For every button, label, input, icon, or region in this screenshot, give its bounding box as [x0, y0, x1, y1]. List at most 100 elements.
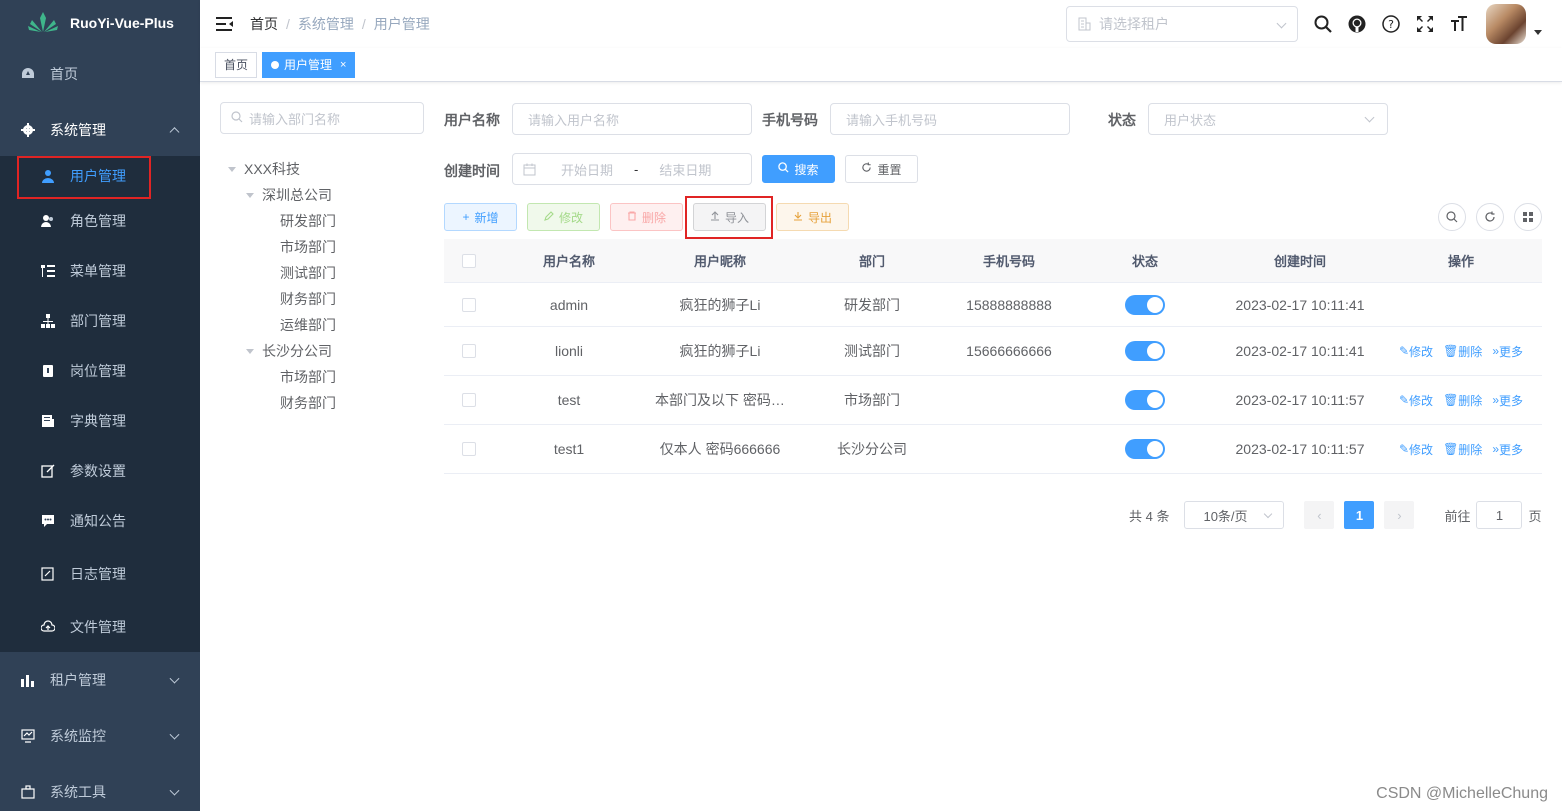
logo[interactable]: RuoYi-Vue-Plus	[0, 0, 200, 46]
status-select[interactable]: 用户状态	[1148, 103, 1388, 135]
dict-icon	[40, 413, 56, 429]
hamburger-button[interactable]	[200, 0, 250, 48]
search-button[interactable]: 搜索	[762, 155, 835, 183]
page-number-button[interactable]: 1	[1344, 501, 1375, 529]
tag-user-management[interactable]: 用户管理 ×	[262, 51, 356, 78]
sidebar-item-log-management[interactable]: 日志管理	[0, 546, 200, 602]
tag-home[interactable]: 首页	[215, 51, 258, 78]
breadcrumb: 首页 / 系统管理 / 用户管理	[250, 14, 430, 34]
tree-node[interactable]: 研发部门	[228, 208, 336, 234]
tree-node[interactable]: 深圳总公司	[228, 182, 336, 208]
status-switch[interactable]	[1125, 439, 1165, 459]
create-time-label: 创建时间	[444, 163, 500, 179]
sidebar-item-label: 部门管理	[70, 313, 126, 329]
sidebar-item-file-management[interactable]: 文件管理	[0, 602, 200, 652]
add-button[interactable]: + 新增	[444, 203, 517, 231]
caret-down-icon[interactable]	[228, 166, 236, 172]
row-edit-link[interactable]: ✎ 修改	[1399, 343, 1433, 360]
row-more-link[interactable]: » 更多	[1492, 343, 1523, 360]
edit-button[interactable]: 修改	[527, 203, 600, 231]
caret-down-icon[interactable]	[246, 348, 254, 354]
row-delete-link[interactable]: 🗑︎ 删除	[1443, 343, 1482, 360]
export-button[interactable]: 导出	[776, 203, 849, 231]
search-button[interactable]	[1306, 0, 1340, 48]
help-button[interactable]: ?	[1374, 0, 1408, 48]
github-button[interactable]	[1340, 0, 1374, 48]
refresh-button[interactable]	[1476, 203, 1504, 231]
phone-input[interactable]: 请输入手机号码	[830, 103, 1070, 135]
size-select-button[interactable]	[1442, 0, 1476, 48]
start-date-placeholder: 开始日期	[560, 162, 613, 178]
navbar: 首页 / 系统管理 / 用户管理 请选择租户 ?	[200, 0, 1562, 48]
tree-node[interactable]: 运维部门	[228, 312, 336, 338]
row-delete-link[interactable]: 🗑︎ 删除	[1443, 392, 1482, 409]
tree-node[interactable]: 财务部门	[228, 390, 336, 416]
status-switch[interactable]	[1125, 390, 1165, 410]
tree-node[interactable]: 长沙分公司	[228, 338, 336, 364]
close-icon[interactable]: ×	[340, 59, 346, 71]
dept-search-input[interactable]: 请输入部门名称	[220, 102, 424, 134]
message-icon	[40, 513, 56, 529]
sidebar-item-role-management[interactable]: 角色管理	[0, 196, 200, 246]
caret-down-icon[interactable]	[1534, 29, 1542, 35]
row-more-link[interactable]: » 更多	[1492, 392, 1523, 409]
select-all-checkbox[interactable]	[462, 253, 476, 268]
logo-icon	[28, 12, 58, 34]
status-switch[interactable]	[1125, 294, 1165, 315]
sidebar-item-label: 系统管理	[50, 122, 106, 138]
status-switch[interactable]	[1125, 341, 1165, 361]
column-header: 用户名称	[542, 254, 595, 269]
system-submenu: 用户管理 角色管理 菜单管理 部门管理 岗位管理 字典管理 参数设置 通知公告	[0, 156, 200, 652]
row-checkbox[interactable]	[462, 344, 476, 358]
sidebar-item-post-management[interactable]: 岗位管理	[0, 346, 200, 396]
next-page-button[interactable]: ›	[1384, 501, 1415, 529]
sidebar-item-dept-management[interactable]: 部门管理	[0, 296, 200, 346]
row-more-label: 更多	[1499, 393, 1524, 408]
tree-node[interactable]: 市场部门	[228, 364, 336, 390]
tree-node[interactable]: 财务部门	[228, 286, 336, 312]
row-edit-label: 修改	[1409, 393, 1434, 408]
caret-down-icon[interactable]	[246, 192, 254, 198]
row-more-link[interactable]: » 更多	[1492, 441, 1523, 458]
prev-page-button[interactable]: ‹	[1304, 501, 1335, 529]
sidebar-item-tenant[interactable]: 租户管理	[0, 652, 200, 708]
tree-node[interactable]: 测试部门	[228, 260, 336, 286]
tenant-select[interactable]: 请选择租户	[1066, 6, 1298, 42]
tree-node[interactable]: XXX科技	[228, 156, 336, 182]
avatar[interactable]	[1486, 4, 1526, 44]
sidebar-item-user-management[interactable]: 用户管理	[0, 156, 200, 199]
row-checkbox-cell	[444, 297, 494, 312]
goto-page-input[interactable]: 1	[1476, 501, 1523, 529]
cell-username: test1	[553, 441, 585, 457]
sidebar-item-config[interactable]: 参数设置	[0, 446, 200, 496]
toggle-search-button[interactable]	[1438, 203, 1466, 231]
breadcrumb-item[interactable]: 首页	[250, 14, 278, 34]
sidebar-item-tool[interactable]: 系统工具	[0, 764, 200, 811]
cell-status	[1070, 439, 1220, 459]
row-checkbox[interactable]	[462, 393, 476, 407]
delete-button[interactable]: 删除	[610, 203, 683, 231]
row-edit-link[interactable]: ✎ 修改	[1399, 392, 1433, 409]
sidebar-item-home[interactable]: 首页	[0, 46, 200, 102]
tree-node-label: 市场部门	[280, 239, 336, 255]
sidebar-item-monitor[interactable]: 系统监控	[0, 708, 200, 764]
username-input[interactable]: 请输入用户名称	[512, 103, 752, 135]
cell-operations: ✎ 修改 🗑︎ 删除 » 更多	[1380, 343, 1542, 360]
sidebar-item-menu-management[interactable]: 菜单管理	[0, 246, 200, 296]
fullscreen-button[interactable]	[1408, 0, 1442, 48]
row-delete-link[interactable]: 🗑︎ 删除	[1443, 441, 1482, 458]
tree-node[interactable]: 市场部门	[228, 234, 336, 260]
sidebar-item-notice[interactable]: 通知公告	[0, 496, 200, 546]
row-checkbox[interactable]	[462, 442, 476, 456]
sidebar-item-label: 参数设置	[70, 463, 126, 479]
date-range-picker[interactable]: 开始日期 - 结束日期	[512, 153, 752, 185]
page-size-select[interactable]: 10条/页	[1184, 501, 1285, 529]
export-button-label: 导出	[807, 210, 832, 225]
row-edit-link[interactable]: ✎ 修改	[1399, 441, 1433, 458]
toolbox-icon	[20, 784, 36, 800]
sidebar-item-system[interactable]: 系统管理	[0, 102, 200, 158]
columns-button[interactable]	[1514, 203, 1542, 231]
reset-button[interactable]: 重置	[845, 155, 918, 183]
sidebar-item-dict-management[interactable]: 字典管理	[0, 396, 200, 446]
row-checkbox[interactable]	[462, 297, 476, 312]
